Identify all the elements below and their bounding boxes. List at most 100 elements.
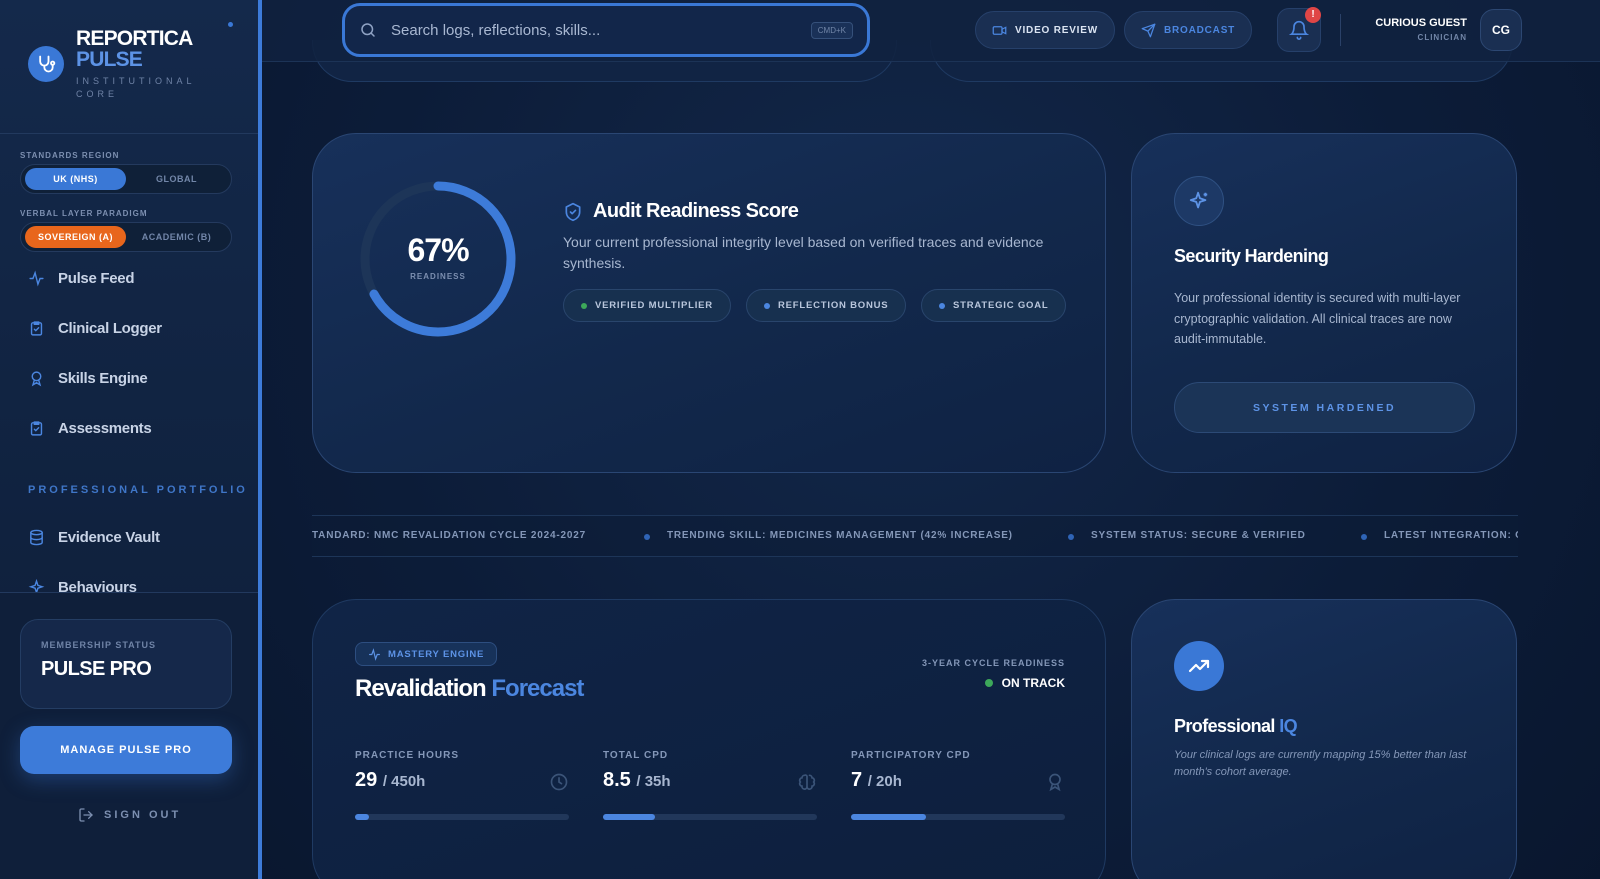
cycle-readiness-status: ON TRACK xyxy=(933,676,1065,690)
system-hardened-button[interactable]: SYSTEM HARDENED xyxy=(1174,382,1475,433)
metric-value-number: 29 xyxy=(355,769,378,791)
chip-strategic-goal[interactable]: STRATEGIC GOAL xyxy=(921,289,1067,322)
metric-value: 29 / 450h xyxy=(355,769,569,792)
revalidation-forecast-card: MASTERY ENGINE Revalidation Forecast 3-Y… xyxy=(312,599,1106,879)
sidebar-item-label: Skills Engine xyxy=(58,369,148,387)
metric-target: / 20h xyxy=(867,773,902,790)
chip-reflection-bonus[interactable]: REFLECTION BONUS xyxy=(746,289,907,322)
avatar[interactable]: CG xyxy=(1480,9,1522,51)
ticker-item: SYSTEM STATUS: SECURE & VERIFIED xyxy=(1091,530,1306,541)
ticker-item: TRENDING SKILL: MEDICINES MANAGEMENT (42… xyxy=(667,530,1013,541)
sign-out-button[interactable]: SIGN OUT xyxy=(78,807,181,823)
forecast-title-accent: Forecast xyxy=(491,675,584,702)
brand[interactable]: REPORTICA PULSE INSTITUTIONAL CORE xyxy=(28,28,196,101)
chip-verified-multiplier[interactable]: VERIFIED MULTIPLIER xyxy=(563,289,731,322)
readiness-percent: 67% xyxy=(407,232,469,268)
sidebar-item-label: Pulse Feed xyxy=(58,269,135,287)
metric-target: / 35h xyxy=(636,773,671,790)
standards-option-uk[interactable]: UK (NHS) xyxy=(25,168,126,190)
metric-practice-hours: PRACTICE HOURS 29 / 450h xyxy=(355,750,569,820)
standards-region-toggle: UK (NHS) GLOBAL xyxy=(20,164,232,194)
membership-value: PULSE PRO xyxy=(41,658,152,680)
search-icon xyxy=(361,23,375,37)
search-bar[interactable]: Search logs, reflections, skills... CMD+… xyxy=(342,3,870,57)
user-name: CURIOUS GUEST xyxy=(1375,17,1467,29)
standards-region-label: STANDARDS REGION xyxy=(20,151,120,160)
sidebar-item-pulse-feed[interactable]: Pulse Feed xyxy=(28,266,135,290)
manage-pulse-pro-button[interactable]: MANAGE PULSE PRO xyxy=(20,726,232,774)
database-icon xyxy=(30,529,43,545)
chip-label: STRATEGIC GOAL xyxy=(953,300,1049,311)
sidebar-item-evidence-vault[interactable]: Evidence Vault xyxy=(28,525,160,549)
metric-participatory-cpd: PARTICIPATORY CPD 7 / 20h xyxy=(851,750,1065,820)
paradigm-option-sovereign[interactable]: SOVEREIGN (A) xyxy=(25,226,126,248)
metric-progress-bar xyxy=(851,814,1065,820)
paradigm-toggle: SOVEREIGN (A) ACADEMIC (B) xyxy=(20,222,232,252)
iq-description: Your clinical logs are currently mapping… xyxy=(1174,749,1467,778)
metric-progress-bar xyxy=(355,814,569,820)
broadcast-button[interactable]: BROADCAST xyxy=(1124,11,1253,49)
chip-label: VERIFIED MULTIPLIER xyxy=(595,300,713,311)
progress-fill xyxy=(603,814,655,820)
iq-title-accent: IQ xyxy=(1279,716,1298,736)
sidebar-item-clinical-logger[interactable]: Clinical Logger xyxy=(28,316,162,340)
metric-label: PARTICIPATORY CPD xyxy=(851,750,971,761)
metric-value: 8.5 / 35h xyxy=(603,769,817,792)
broadcast-label: BROADCAST xyxy=(1164,24,1236,36)
ticker-item: TANDARD: NMC REVALIDATION CYCLE 2024-202… xyxy=(312,530,586,541)
clock-icon xyxy=(550,773,568,791)
sidebar-item-label: Assessments xyxy=(58,419,152,437)
news-ticker: TANDARD: NMC REVALIDATION CYCLE 2024-202… xyxy=(312,515,1518,557)
chip-label: REFLECTION BONUS xyxy=(778,300,889,311)
topbar: Search logs, reflections, skills... CMD+… xyxy=(262,0,1600,62)
security-hardening-card: Security Hardening Your professional ide… xyxy=(1131,133,1517,473)
clipboard-check-icon xyxy=(30,320,43,336)
metric-label: PRACTICE HOURS xyxy=(355,750,460,761)
search-input[interactable]: Search logs, reflections, skills... xyxy=(391,22,811,39)
brand-accent: PULSE xyxy=(76,48,143,71)
sidebar-footer: MEMBERSHIP STATUS PULSE PRO MANAGE PULSE… xyxy=(0,592,258,879)
chip-dot xyxy=(764,302,770,309)
brain-icon xyxy=(798,774,816,790)
forecast-title-main: Revalidation xyxy=(355,675,487,702)
video-review-button[interactable]: VIDEO REVIEW xyxy=(975,11,1115,49)
shield-check-icon xyxy=(565,202,581,221)
ticker-dot xyxy=(1361,534,1367,540)
ticker-dot xyxy=(1068,534,1074,540)
ticker-item: LATEST INTEGRATION: O xyxy=(1384,530,1518,541)
metric-value-number: 8.5 xyxy=(603,769,631,791)
status-dot xyxy=(984,679,993,687)
membership-card: MEMBERSHIP STATUS PULSE PRO xyxy=(20,619,232,709)
video-review-label: VIDEO REVIEW xyxy=(1015,24,1098,36)
metric-progress-bar xyxy=(603,814,817,820)
standards-option-global[interactable]: GLOBAL xyxy=(126,168,227,190)
log-out-icon xyxy=(79,808,93,822)
progress-fill xyxy=(355,814,369,820)
notification-badge: ! xyxy=(1305,7,1321,23)
divider xyxy=(0,133,258,134)
sidebar-item-label: Evidence Vault xyxy=(58,528,160,546)
audit-title-text: Audit Readiness Score xyxy=(593,200,799,222)
progress-fill xyxy=(851,814,926,820)
metric-label: TOTAL CPD xyxy=(603,750,669,761)
cycle-readiness-label: 3-YEAR CYCLE READINESS xyxy=(921,658,1065,668)
metric-target: / 450h xyxy=(382,773,426,790)
paradigm-option-academic[interactable]: ACADEMIC (B) xyxy=(126,226,227,248)
mastery-engine-badge: MASTERY ENGINE xyxy=(355,642,498,666)
iq-title-main: Professional xyxy=(1174,716,1275,736)
metric-value-number: 7 xyxy=(851,769,863,791)
sidebar-item-assessments[interactable]: Assessments xyxy=(28,416,152,440)
metric-total-cpd: TOTAL CPD 8.5 / 35h xyxy=(603,750,817,820)
membership-label: MEMBERSHIP STATUS xyxy=(41,640,157,650)
bell-icon xyxy=(1289,20,1309,40)
readiness-label: READINESS xyxy=(410,272,466,281)
sidebar-item-skills-engine[interactable]: Skills Engine xyxy=(28,366,148,390)
forecast-title: Revalidation Forecast xyxy=(355,675,584,703)
clipboard-check-icon xyxy=(30,420,43,436)
status-dot xyxy=(228,22,233,27)
paradigm-label: VERBAL LAYER PARADIGM xyxy=(20,209,148,218)
audit-title: Audit Readiness Score xyxy=(563,200,799,223)
award-icon xyxy=(31,370,42,386)
mastery-badge-label: MASTERY ENGINE xyxy=(388,648,485,660)
metric-value: 7 / 20h xyxy=(851,769,1065,792)
